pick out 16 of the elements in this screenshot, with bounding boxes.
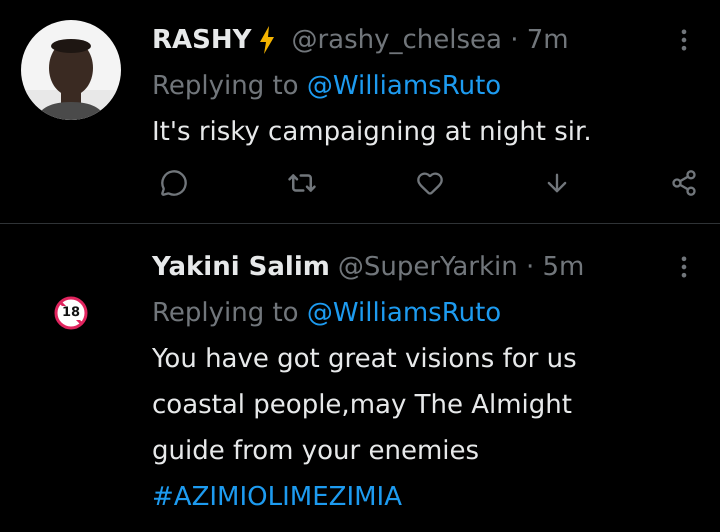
replying-to: Replying to @WilliamsRuto	[152, 70, 502, 103]
reply-icon[interactable]	[160, 169, 188, 197]
tweet-text: coastal people,may The Almight	[152, 389, 573, 422]
tweet-text: You have got great visions for us	[152, 343, 578, 376]
tweet-text: guide from your enemies	[152, 435, 480, 468]
mention-link[interactable]: @WilliamsRuto	[306, 71, 502, 101]
replying-to: Replying to @WilliamsRuto	[152, 297, 502, 330]
hashtag-link[interactable]: #AZIMIOLIMEZIMIA	[152, 482, 402, 512]
age-restriction-badge: 18	[54, 296, 88, 330]
user-name[interactable]: Yakini Salim	[152, 252, 330, 282]
mention-link[interactable]: @WilliamsRuto	[306, 298, 502, 328]
tweet-text: It's risky campaigning at night sir.	[152, 116, 593, 149]
user-name[interactable]: RASHY	[152, 25, 252, 55]
share-icon[interactable]	[670, 169, 698, 197]
user-handle: @rashy_chelsea · 7m	[291, 25, 570, 55]
user-handle: @SuperYarkin · 5m	[338, 252, 586, 282]
